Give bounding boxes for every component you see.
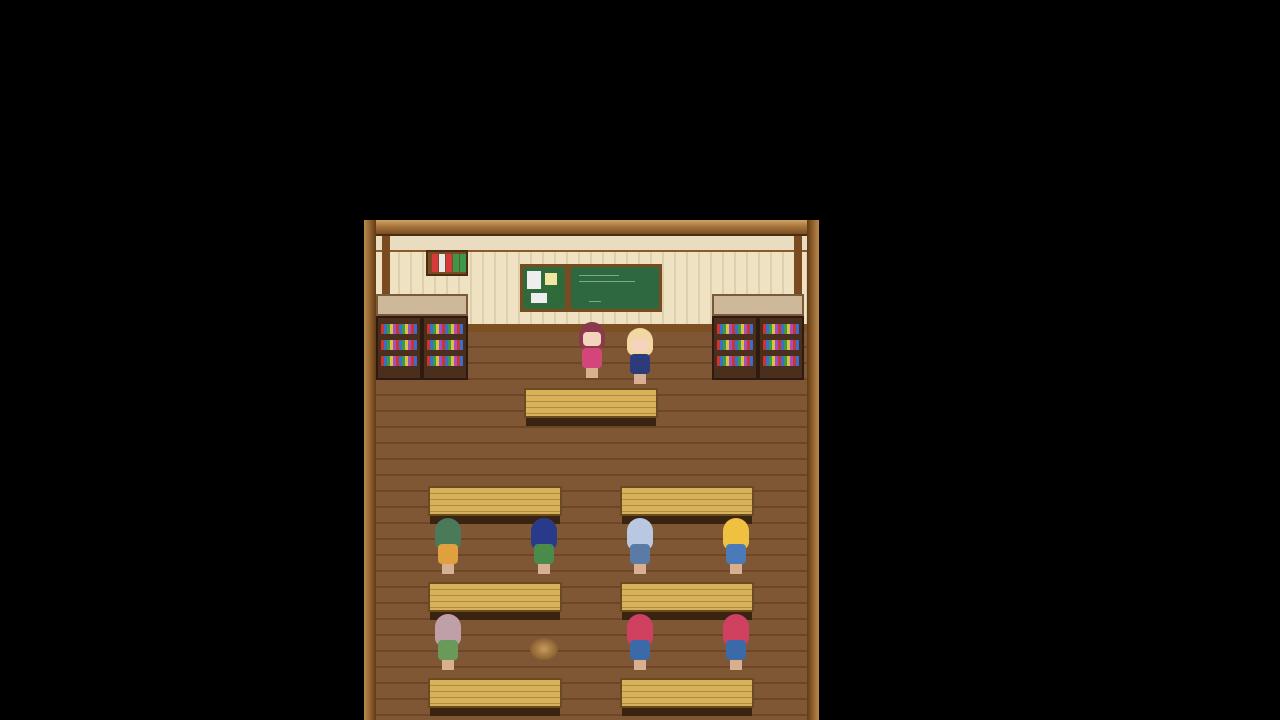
student-sprite[interactable] xyxy=(624,614,656,672)
outfit xyxy=(726,544,746,564)
outfit xyxy=(438,640,458,660)
stool xyxy=(530,638,558,660)
outfit xyxy=(438,544,458,564)
face xyxy=(631,338,649,352)
room-frame-right xyxy=(807,220,819,720)
student-desk xyxy=(428,678,562,716)
outfit xyxy=(582,348,602,368)
right-cabinet-top xyxy=(712,294,804,316)
bookcase xyxy=(712,316,758,380)
bookcase xyxy=(758,316,804,380)
classroom-map xyxy=(364,220,819,720)
bookcase xyxy=(376,316,422,380)
chalk-scribble xyxy=(579,281,635,282)
teacher-sprite[interactable] xyxy=(576,322,608,380)
student-sprite[interactable] xyxy=(720,614,752,672)
binder-shelf xyxy=(426,250,468,276)
outfit xyxy=(630,640,650,660)
teacher-desk xyxy=(524,388,658,426)
student-desk xyxy=(428,486,562,524)
outfit xyxy=(534,544,554,564)
student-sprite[interactable] xyxy=(624,518,656,576)
bulletin-note xyxy=(531,293,547,303)
outfit xyxy=(726,640,746,660)
student-sprite[interactable] xyxy=(528,518,560,576)
student-sprite[interactable] xyxy=(432,518,464,576)
student-sprite-front[interactable] xyxy=(624,328,656,386)
room-frame-left xyxy=(364,220,376,720)
face xyxy=(583,332,601,346)
bulletin-note xyxy=(527,271,541,289)
bookcase xyxy=(422,316,468,380)
bulletin-note xyxy=(545,273,557,285)
left-cabinet-top xyxy=(376,294,468,316)
bulletin-board xyxy=(520,264,568,312)
chalkboard xyxy=(568,264,662,312)
outfit xyxy=(630,544,650,564)
student-desk xyxy=(620,486,754,524)
student-sprite[interactable] xyxy=(432,614,464,672)
student-desk xyxy=(428,582,562,620)
student-sprite[interactable] xyxy=(720,518,752,576)
chalk-scribble xyxy=(579,275,619,276)
chalk-scribble xyxy=(589,301,601,302)
room-frame-top xyxy=(364,220,819,236)
student-desk xyxy=(620,678,754,716)
student-desk xyxy=(620,582,754,620)
outfit xyxy=(630,354,650,374)
